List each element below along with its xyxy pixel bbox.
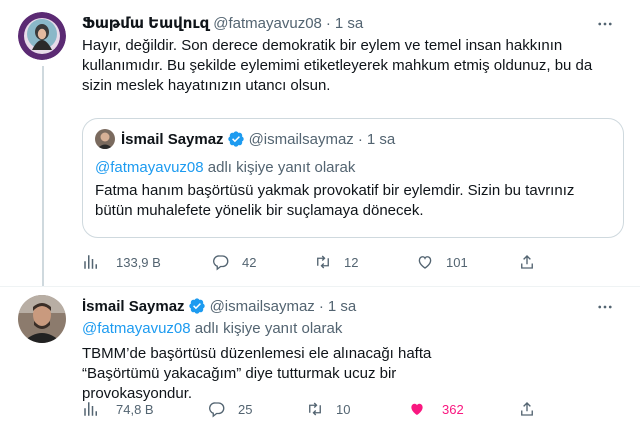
tweet-header: İsmail Saymaz @ismailsaymaz · 1 sa xyxy=(82,295,356,317)
like-button[interactable]: 101 xyxy=(416,253,468,271)
more-icon[interactable] xyxy=(594,296,616,318)
share-icon xyxy=(521,255,533,269)
reply-suffix: adlı kişiye yanıt olarak xyxy=(190,320,343,337)
reply-icon xyxy=(208,402,225,418)
reply-suffix: adlı kişiye yanıt olarak xyxy=(203,159,356,176)
reply-context: @fatmayavuz08 adlı kişiye yanıt olarak xyxy=(82,320,342,337)
views-button[interactable]: 133,9 B xyxy=(82,253,161,271)
quoted-tweet[interactable]: İsmail Saymaz @ismailsaymaz · 1 sa @fatm… xyxy=(82,118,624,238)
like-icon xyxy=(418,256,432,269)
like-button[interactable]: 362 xyxy=(408,400,464,418)
reply-button[interactable]: 42 xyxy=(212,253,256,271)
separator-dot: · xyxy=(357,130,363,148)
separator-dot: · xyxy=(318,297,324,315)
retweet-icon xyxy=(317,255,329,269)
verified-badge-icon xyxy=(227,130,245,148)
retweet-count: 12 xyxy=(344,254,359,270)
author-name[interactable]: İsmail Saymaz xyxy=(82,298,185,315)
share-button[interactable] xyxy=(518,400,536,418)
views-count: 74,8 B xyxy=(116,401,154,417)
reply-mention-link[interactable]: @fatmayavuz08 xyxy=(82,320,191,337)
avatar[interactable] xyxy=(18,12,66,60)
tweet-actions: 133,9 B 42 12 101 xyxy=(82,252,552,272)
reply-count: 25 xyxy=(238,401,253,417)
quoted-author-name: İsmail Saymaz xyxy=(121,130,224,148)
views-count: 133,9 B xyxy=(116,254,161,270)
quoted-header: İsmail Saymaz @ismailsaymaz · 1 sa xyxy=(121,129,395,149)
reply-count: 42 xyxy=(242,254,257,270)
verified-badge-icon xyxy=(188,297,206,315)
quoted-reply-context: @fatmayavuz08 adlı kişiye yanıt olarak xyxy=(95,159,355,176)
author-handle[interactable]: @fatmayavuz08 xyxy=(213,15,322,32)
views-icon xyxy=(84,402,97,416)
tweet-text: TBMM’de başörtüsü düzenlemesi ele alınac… xyxy=(82,345,432,402)
like-count: 101 xyxy=(446,254,468,270)
reply-icon xyxy=(212,255,229,271)
author-handle[interactable]: @ismailsaymaz xyxy=(210,298,315,315)
reply-mention-link[interactable]: @fatmayavuz08 xyxy=(95,159,204,176)
tweet-header: Ֆաթմա Եավուզ @fatmayavuz08 · 1 sa xyxy=(82,12,363,34)
share-icon xyxy=(521,402,533,416)
tweet-ismail[interactable]: İsmail Saymaz @ismailsaymaz · 1 sa @fatm… xyxy=(0,287,640,443)
tweet-text: Hayır, değildir. Son derece demokratik b… xyxy=(82,37,593,94)
share-button[interactable] xyxy=(518,253,536,271)
quoted-timestamp: 1 sa xyxy=(366,130,396,148)
separator-dot: · xyxy=(325,14,331,32)
views-icon xyxy=(84,255,97,269)
avatar[interactable] xyxy=(18,295,66,343)
thread-line xyxy=(42,66,44,286)
reply-button[interactable]: 25 xyxy=(208,400,252,418)
like-icon xyxy=(411,403,423,415)
author-name[interactable]: Ֆաթմա Եավուզ xyxy=(82,14,209,32)
quoted-author-handle: @ismailsaymaz xyxy=(248,130,354,148)
retweet-icon xyxy=(309,402,321,416)
timestamp[interactable]: 1 sa xyxy=(335,15,363,32)
timestamp[interactable]: 1 sa xyxy=(328,298,356,315)
retweet-button[interactable]: 10 xyxy=(306,400,350,418)
retweet-button[interactable]: 12 xyxy=(314,253,358,271)
retweet-count: 10 xyxy=(336,401,351,417)
like-count: 362 xyxy=(442,401,464,417)
views-button[interactable]: 74,8 B xyxy=(82,400,154,418)
quoted-avatar xyxy=(95,129,115,149)
tweet-actions: 74,8 B 25 10 362 xyxy=(82,399,552,419)
tweet-fatma[interactable]: Ֆաթմա Եավուզ @fatmayavuz08 · 1 sa Hayır,… xyxy=(0,0,640,300)
more-icon[interactable] xyxy=(594,13,616,35)
quoted-text: Fatma hanım başörtüsü yakmak provokatif … xyxy=(95,182,575,219)
